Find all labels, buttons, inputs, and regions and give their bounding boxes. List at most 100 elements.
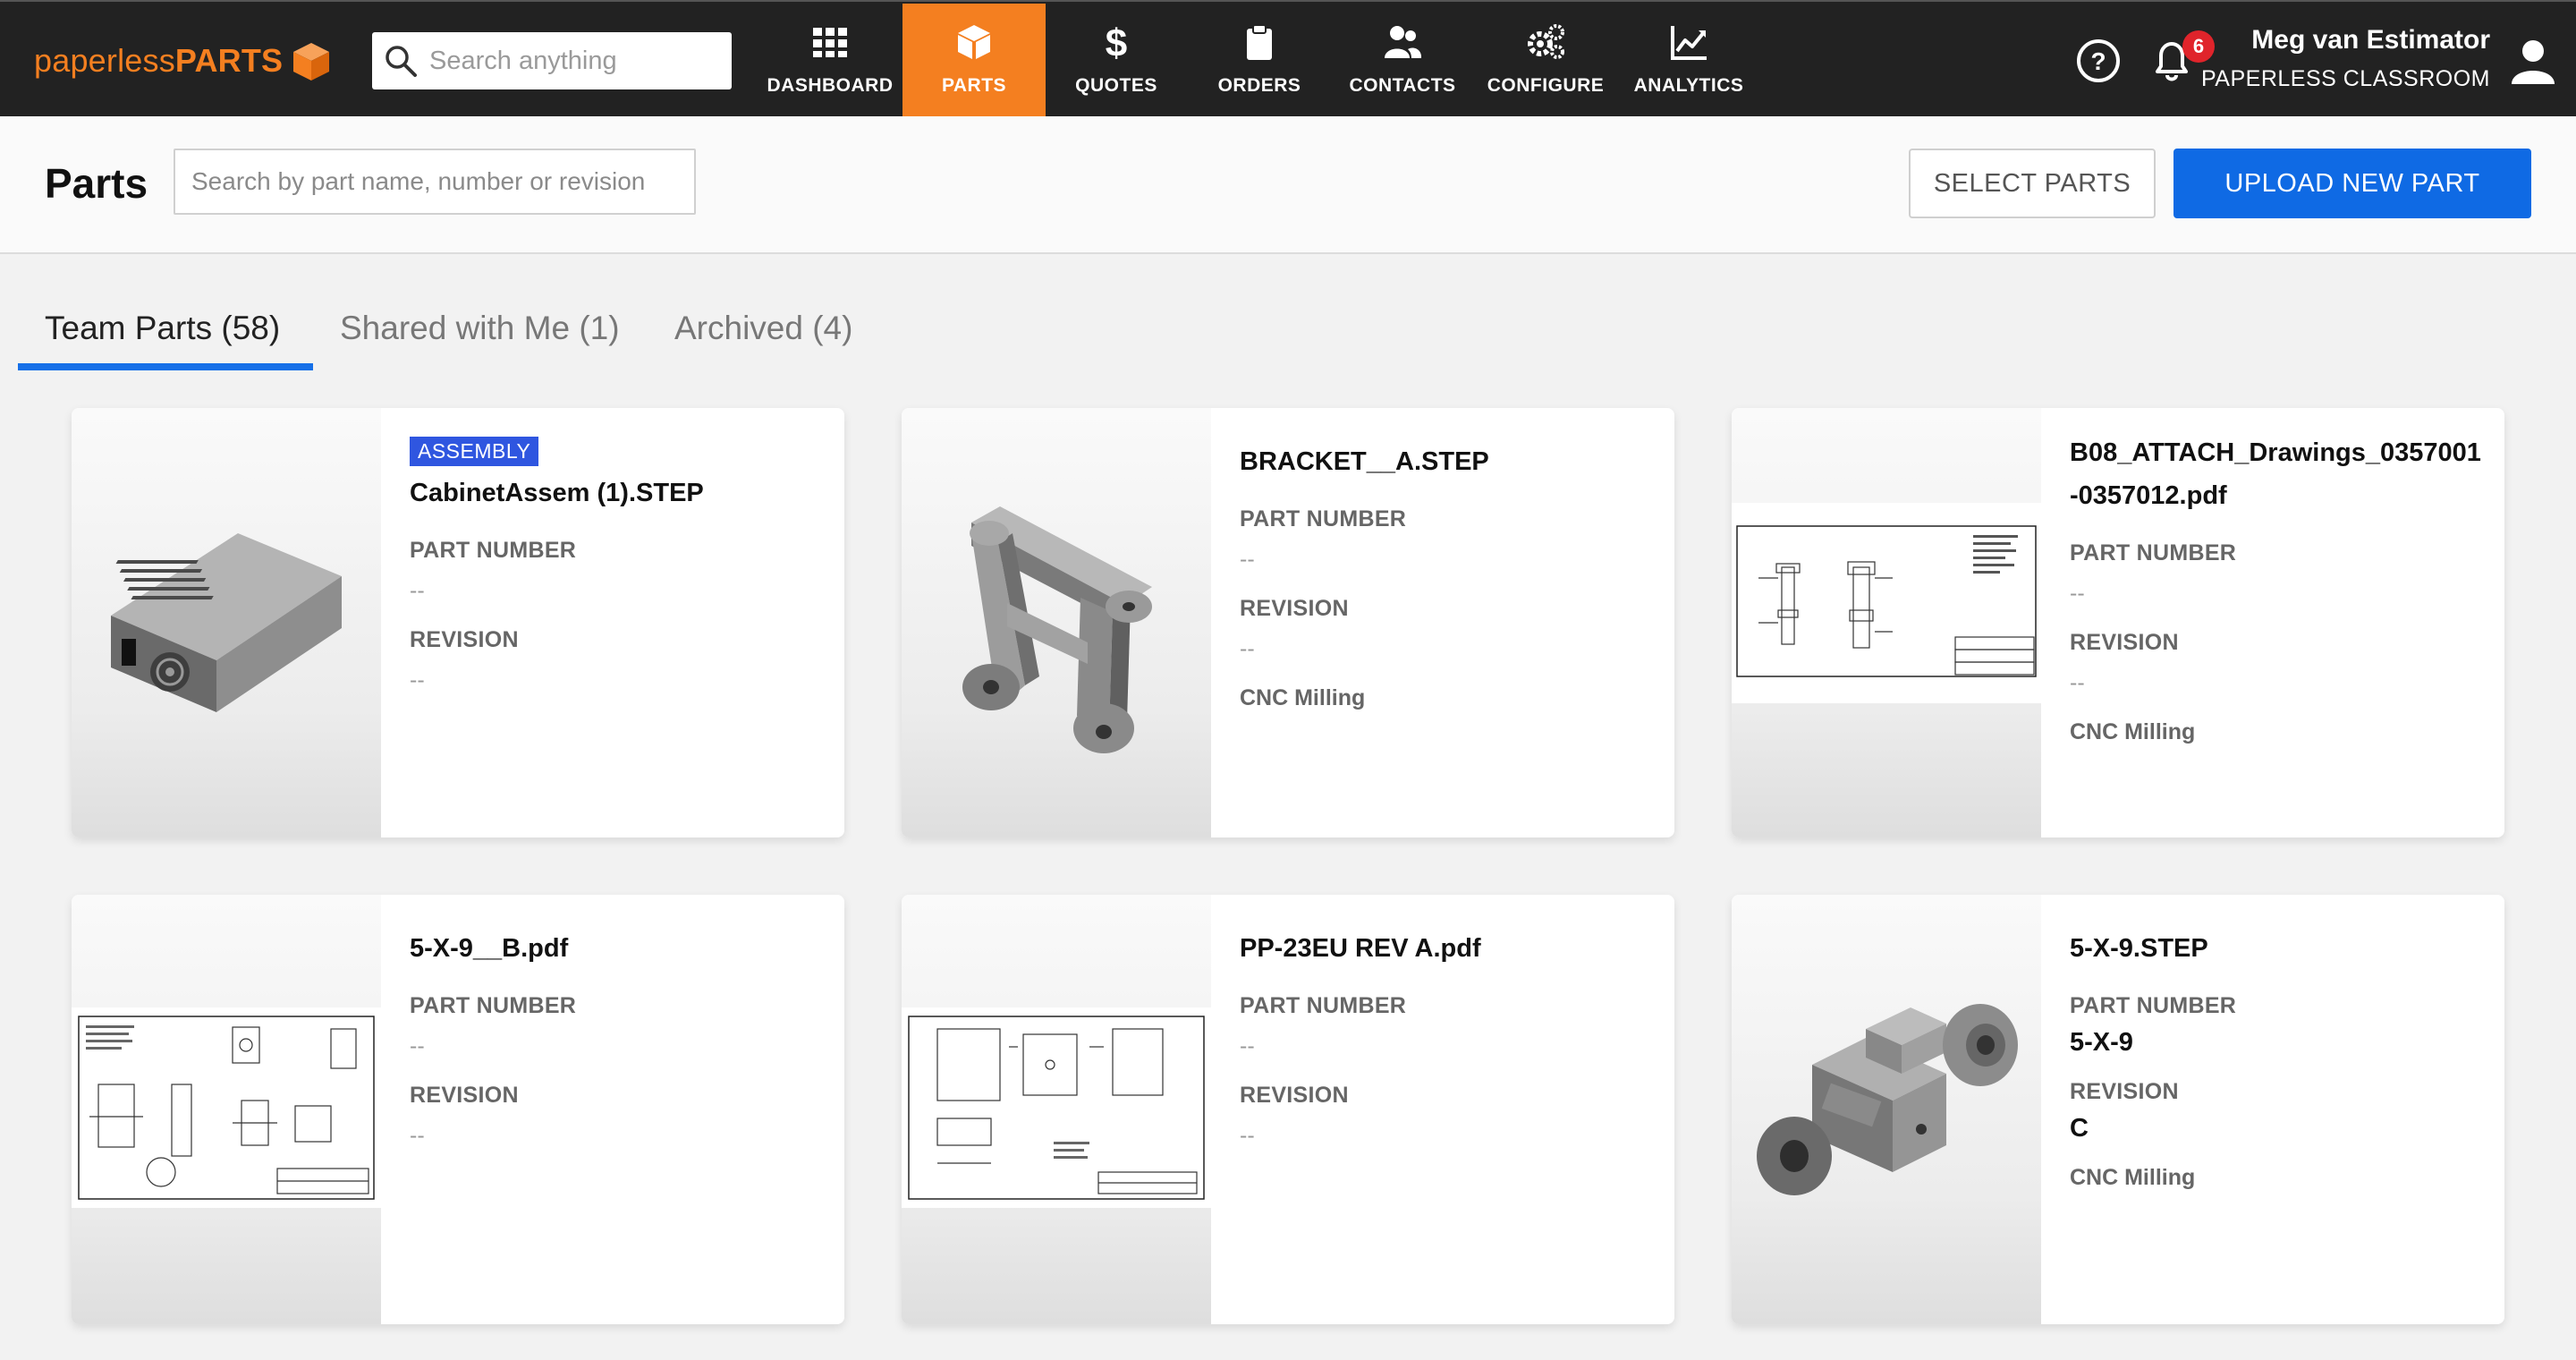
part-number-value: --: [410, 578, 425, 603]
nav-label: DASHBOARD: [767, 75, 894, 96]
tab-archived[interactable]: Archived (4): [674, 310, 852, 347]
bracket-model: [962, 506, 1152, 753]
revision-label: REVISION: [410, 627, 519, 652]
logo-cube-icon: [293, 43, 330, 81]
organization-name: PAPERLESS CLASSROOM: [2200, 66, 2490, 91]
nav-contacts[interactable]: CONTACTS: [1331, 4, 1474, 118]
gears-icon: [1528, 24, 1564, 59]
logo-text-light: paperless: [34, 42, 175, 79]
part-thumbnail[interactable]: [72, 408, 381, 837]
part-number-value: --: [410, 1033, 425, 1058]
search-icon: [386, 46, 417, 77]
global-search-input[interactable]: [429, 46, 716, 76]
svg-text:?: ?: [2090, 47, 2106, 75]
valve-body-model: [1757, 1004, 2018, 1195]
revision-label: REVISION: [1240, 596, 1349, 621]
part-card[interactable]: 5-X-9.STEP PART NUMBER 5-X-9 REVISION C …: [1732, 895, 2504, 1324]
part-info: ASSEMBLY CabinetAssem (1).STEP PART NUMB…: [410, 408, 823, 693]
cube-icon: [958, 25, 990, 59]
tab-shared-with-me[interactable]: Shared with Me (1): [340, 310, 620, 347]
part-name[interactable]: 5-X-9__B.pdf: [410, 927, 823, 970]
revision-label: REVISION: [1240, 1083, 1349, 1108]
nav-label: CONFIGURE: [1487, 75, 1605, 96]
people-icon: [1385, 26, 1422, 58]
part-search-input[interactable]: [174, 149, 696, 215]
active-tab-indicator: [18, 363, 313, 370]
nav-label: CONTACTS: [1349, 75, 1456, 96]
dollar-icon: $: [1106, 22, 1127, 62]
global-search-box[interactable]: [372, 32, 732, 89]
nav-orders[interactable]: ORDERS: [1188, 4, 1331, 118]
nav-label: ANALYTICS: [1633, 75, 1744, 96]
page-header: Parts SELECT PARTS UPLOAD NEW PART: [0, 116, 2576, 254]
help-icon[interactable]: ?: [2075, 38, 2122, 84]
part-number-value: --: [1240, 547, 1255, 572]
nav-parts[interactable]: PARTS: [902, 4, 1046, 118]
part-number-value: --: [2070, 581, 2085, 606]
grid-icon: [813, 28, 847, 57]
nav-analytics[interactable]: ANALYTICS: [1617, 4, 1760, 118]
tab-team-parts[interactable]: Team Parts (58): [45, 310, 280, 347]
part-thumbnail[interactable]: [72, 895, 381, 1324]
drawing-sheet: [902, 1007, 1211, 1208]
nav-label: PARTS: [941, 75, 1007, 96]
part-number-value: 5-X-9: [2070, 1028, 2133, 1057]
chart-line-icon: [1671, 26, 1707, 60]
part-thumbnail[interactable]: [902, 895, 1211, 1324]
part-name[interactable]: BRACKET__A.STEP: [1240, 440, 1653, 483]
part-name[interactable]: PP-23EU REV A.pdf: [1240, 927, 1653, 970]
part-info: BRACKET__A.STEP PART NUMBER -- REVISION …: [1240, 408, 1653, 711]
part-card[interactable]: BRACKET__A.STEP PART NUMBER -- REVISION …: [902, 408, 1674, 837]
part-number-label: PART NUMBER: [2070, 540, 2237, 565]
part-name[interactable]: CabinetAssem (1).STEP: [410, 472, 823, 514]
part-info: 5-X-9__B.pdf PART NUMBER -- REVISION --: [410, 895, 823, 1149]
revision-label: REVISION: [2070, 630, 2179, 655]
power-supply-model: [111, 533, 342, 712]
page-title: Parts: [45, 160, 148, 207]
upload-new-part-button[interactable]: UPLOAD NEW PART: [2174, 149, 2531, 218]
part-number-label: PART NUMBER: [2070, 993, 2237, 1018]
part-number-label: PART NUMBER: [410, 993, 577, 1018]
part-number-value: --: [1240, 1033, 1255, 1058]
part-info: PP-23EU REV A.pdf PART NUMBER -- REVISIO…: [1240, 895, 1653, 1149]
process-label: CNC Milling: [2070, 719, 2196, 744]
revision-value: --: [410, 1123, 425, 1148]
part-card[interactable]: PP-23EU REV A.pdf PART NUMBER -- REVISIO…: [902, 895, 1674, 1324]
revision-value: C: [2070, 1114, 2089, 1143]
nav-quotes[interactable]: $ QUOTES: [1045, 4, 1188, 118]
revision-label: REVISION: [410, 1083, 519, 1108]
revision-label: REVISION: [2070, 1079, 2179, 1104]
revision-value: --: [410, 667, 425, 693]
revision-value: --: [1240, 636, 1255, 661]
part-number-label: PART NUMBER: [1240, 506, 1407, 531]
drawing-sheet: [72, 1007, 381, 1208]
assembly-badge: ASSEMBLY: [410, 437, 539, 466]
svg-text:$: $: [1106, 22, 1127, 62]
clipboard-icon: [1247, 24, 1272, 60]
nav-configure[interactable]: CONFIGURE: [1474, 4, 1617, 118]
part-name[interactable]: 5-X-9.STEP: [2070, 927, 2483, 970]
part-thumbnail[interactable]: [1732, 895, 2041, 1324]
part-thumbnail[interactable]: [1732, 408, 2041, 837]
user-avatar-icon[interactable]: [2510, 38, 2556, 86]
logo-text-bold: PARTS: [174, 42, 284, 79]
nav-dashboard[interactable]: DASHBOARD: [758, 4, 902, 118]
part-info: B08_ATTACH_Drawings_0357001-0357012.pdf …: [2070, 408, 2483, 745]
part-thumbnail[interactable]: [902, 408, 1211, 837]
select-parts-button[interactable]: SELECT PARTS: [1909, 149, 2156, 218]
nav-label: ORDERS: [1217, 75, 1301, 96]
process-label: CNC Milling: [2070, 1165, 2196, 1190]
process-label: CNC Milling: [1240, 685, 1366, 710]
nav-label: QUOTES: [1075, 75, 1157, 96]
drawing-sheet: [1732, 503, 2041, 703]
part-number-label: PART NUMBER: [1240, 993, 1407, 1018]
revision-value: --: [1240, 1123, 1255, 1148]
part-number-label: PART NUMBER: [410, 538, 577, 563]
part-name[interactable]: B08_ATTACH_Drawings_0357001-0357012.pdf: [2070, 431, 2483, 517]
part-card[interactable]: ASSEMBLY CabinetAssem (1).STEP PART NUMB…: [72, 408, 844, 837]
part-card[interactable]: 5-X-9__B.pdf PART NUMBER -- REVISION --: [72, 895, 844, 1324]
user-name[interactable]: Meg van Estimator: [2251, 25, 2490, 55]
part-card[interactable]: B08_ATTACH_Drawings_0357001-0357012.pdf …: [1732, 408, 2504, 837]
paperless-parts-logo[interactable]: paperless PARTS: [34, 38, 333, 84]
top-navigation-bar: paperlessPARTS DASHBOARD PARTS $: [0, 0, 2576, 118]
